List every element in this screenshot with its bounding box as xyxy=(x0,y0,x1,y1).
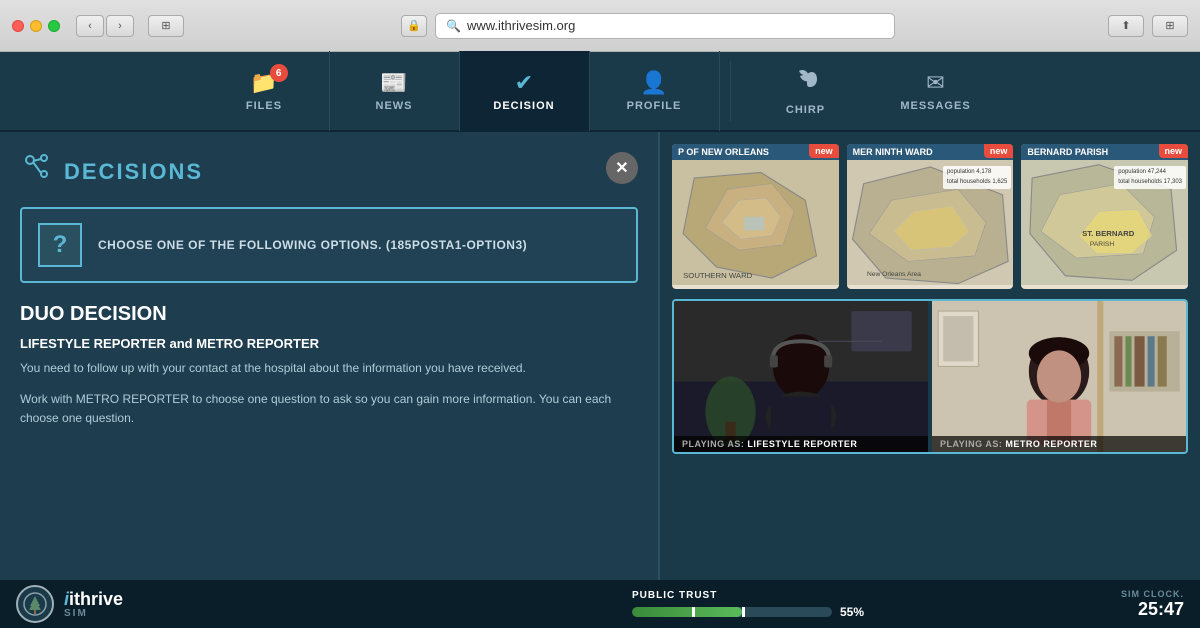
main-content: DECISIONS ✕ ? CHOOSE ONE OF THE FOLLOWIN… xyxy=(0,132,1200,580)
decisions-header: DECISIONS xyxy=(20,152,638,191)
fullscreen-button[interactable] xyxy=(48,20,60,32)
decisions-panel: DECISIONS ✕ ? CHOOSE ONE OF THE FOLLOWIN… xyxy=(0,132,660,580)
share-button[interactable]: ⬆ xyxy=(1108,15,1144,37)
browser-right-buttons: ⬆ ⊞ xyxy=(1108,15,1188,37)
video-area: PLAYING AS: LIFESTYLE REPORTER xyxy=(672,299,1188,454)
forward-button[interactable]: › xyxy=(106,15,134,37)
map3-stat-population: population 47,244 xyxy=(1118,168,1182,178)
svg-text:New Orleans Area: New Orleans Area xyxy=(867,271,921,278)
duo-decision-title: DUO DECISION xyxy=(20,303,638,326)
map-cards-row: P OF NEW ORLEANS new SOUTHERN WARD MER N… xyxy=(672,144,1188,289)
trust-marker xyxy=(692,607,695,617)
back-button[interactable]: ‹ xyxy=(76,15,104,37)
description-1: You need to follow up with your contact … xyxy=(20,359,638,378)
address-bar-area: 🔒 🔍 www.ithrivesim.org xyxy=(196,13,1100,39)
map-card-1-new-badge: new xyxy=(809,144,839,158)
question-box: ? CHOOSE ONE OF THE FOLLOWING OPTIONS. (… xyxy=(20,207,638,283)
nav-item-news[interactable]: 📰 NEWS xyxy=(330,51,460,131)
video-pane-lifestyle: PLAYING AS: LIFESTYLE REPORTER xyxy=(674,301,928,452)
nav-divider xyxy=(730,61,731,121)
minimize-button[interactable] xyxy=(30,20,42,32)
close-button[interactable]: ✕ xyxy=(606,152,638,184)
app-navbar: 📁 6 FILES 📰 NEWS ✔ DECISION 👤 PROFILE CH… xyxy=(0,52,1200,132)
url-text: www.ithrivesim.org xyxy=(467,18,575,33)
sim-clock-area: SIM CLOCK. 25:47 xyxy=(1121,589,1184,620)
logo-sub: SIM xyxy=(64,608,123,619)
decisions-icon xyxy=(20,152,52,191)
decision-icon: ✔ xyxy=(515,70,533,96)
trust-bar-background xyxy=(632,607,832,617)
trust-area: PUBLIC TRUST 55% xyxy=(632,590,1089,619)
profile-icon: 👤 xyxy=(640,70,667,96)
grid-button[interactable]: ⊞ xyxy=(1152,15,1188,37)
trust-bar-fill xyxy=(632,607,742,617)
logo-emblem xyxy=(16,585,54,623)
map2-stat-households: total households 1,625 xyxy=(947,178,1007,188)
question-text: CHOOSE ONE OF THE FOLLOWING OPTIONS. (18… xyxy=(98,238,527,252)
trust-row: 55% xyxy=(632,605,1089,619)
close-button[interactable] xyxy=(12,20,24,32)
right-panel: P OF NEW ORLEANS new SOUTHERN WARD MER N… xyxy=(660,132,1200,580)
files-icon: 📁 6 xyxy=(250,70,277,96)
traffic-lights xyxy=(12,20,60,32)
svg-text:PARISH: PARISH xyxy=(1090,241,1114,248)
description-2: Work with METRO REPORTER to choose one q… xyxy=(20,390,638,428)
nav-label-profile: PROFILE xyxy=(627,100,682,112)
map-card-2[interactable]: MER NINTH WARD new New Orleans Area popu… xyxy=(847,144,1014,289)
reporters-subtitle: LIFESTYLE REPORTER and METRO REPORTER xyxy=(20,336,638,351)
map-card-1-body: SOUTHERN WARD xyxy=(672,160,839,285)
search-icon: 🔍 xyxy=(446,19,461,33)
map-card-3[interactable]: BERNARD PARISH new ST. BERNARD PARISH po… xyxy=(1021,144,1188,289)
window-toggle-button[interactable]: ⊞ xyxy=(148,15,184,37)
chirp-icon xyxy=(792,66,820,100)
logo-text-area: iithrive SIM xyxy=(64,590,123,619)
nav-label-news: NEWS xyxy=(376,100,413,112)
nav-label-files: FILES xyxy=(246,100,282,112)
sim-clock-label: SIM CLOCK. xyxy=(1121,589,1184,599)
video-label-metro: PLAYING AS: METRO REPORTER xyxy=(932,436,1186,452)
logo-name: iithrive xyxy=(64,590,123,608)
map-card-2-new-badge: new xyxy=(984,144,1014,158)
svg-text:SOUTHERN WARD: SOUTHERN WARD xyxy=(683,271,753,280)
map3-stat-households: total households 17,303 xyxy=(1118,178,1182,188)
decisions-title: DECISIONS xyxy=(64,159,203,185)
nav-item-messages[interactable]: ✉ MESSAGES xyxy=(871,51,1001,131)
news-icon: 📰 xyxy=(380,70,407,96)
nav-label-chirp: CHIRP xyxy=(786,104,825,116)
map-card-1[interactable]: P OF NEW ORLEANS new SOUTHERN WARD xyxy=(672,144,839,289)
files-badge: 6 xyxy=(270,64,288,82)
address-bar[interactable]: 🔍 www.ithrivesim.org xyxy=(435,13,895,39)
mac-titlebar: ‹ › ⊞ 🔒 🔍 www.ithrivesim.org ⬆ ⊞ xyxy=(0,0,1200,52)
sim-clock-time: 25:47 xyxy=(1121,599,1184,620)
trust-marker-2 xyxy=(742,607,745,617)
svg-text:ST. BERNARD: ST. BERNARD xyxy=(1082,229,1135,238)
nav-item-chirp[interactable]: CHIRP xyxy=(741,51,871,131)
video-pane-metro: PLAYING AS: METRO REPORTER xyxy=(932,301,1186,452)
security-icon: 🔒 xyxy=(401,15,427,37)
nav-label-messages: MESSAGES xyxy=(900,100,970,112)
trust-percentage: 55% xyxy=(840,605,864,619)
nav-item-profile[interactable]: 👤 PROFILE xyxy=(590,51,720,131)
bottom-bar: iithrive SIM PUBLIC TRUST 55% SIM CLOCK.… xyxy=(0,580,1200,628)
browser-nav-buttons: ‹ › xyxy=(76,15,134,37)
question-mark-icon: ? xyxy=(38,223,82,267)
messages-icon: ✉ xyxy=(926,70,944,96)
logo-area: iithrive SIM xyxy=(16,585,216,623)
nav-label-decision: DECISION xyxy=(493,100,554,112)
map-card-3-new-badge: new xyxy=(1159,144,1189,158)
nav-item-decision[interactable]: ✔ DECISION xyxy=(460,51,590,131)
map2-stat-population: population 4,178 xyxy=(947,168,1007,178)
video-label-lifestyle: PLAYING AS: LIFESTYLE REPORTER xyxy=(674,436,928,452)
trust-label: PUBLIC TRUST xyxy=(632,590,1089,601)
nav-item-files[interactable]: 📁 6 FILES xyxy=(200,51,330,131)
